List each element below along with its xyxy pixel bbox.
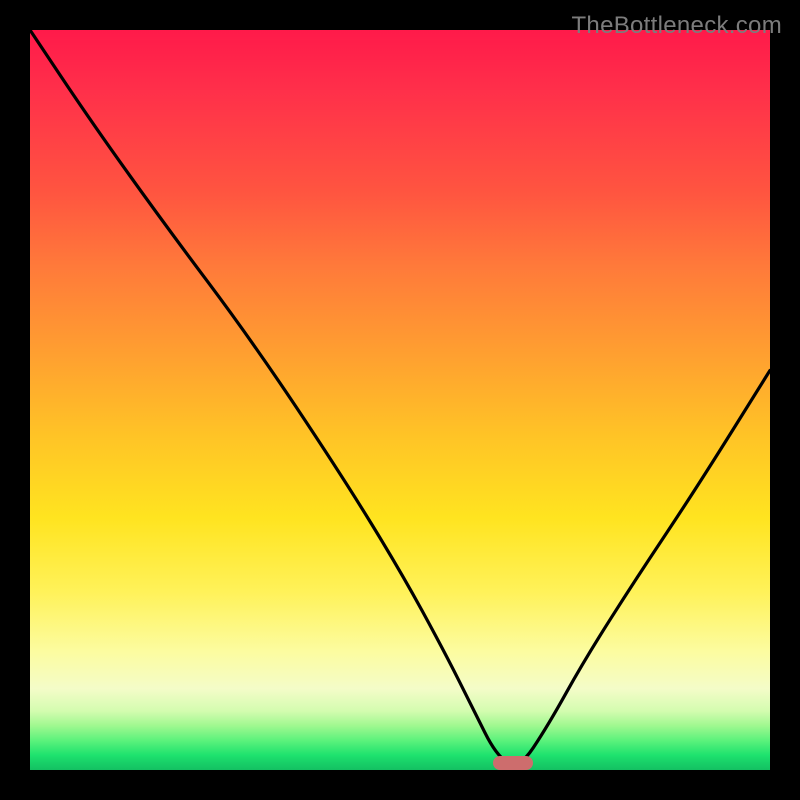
plot-area [30, 30, 770, 770]
watermark-text: TheBottleneck.com [571, 12, 782, 40]
curve-svg [30, 30, 770, 770]
optimal-marker [493, 756, 534, 770]
bottleneck-curve-path [30, 30, 770, 764]
chart-frame: TheBottleneck.com [0, 0, 800, 800]
